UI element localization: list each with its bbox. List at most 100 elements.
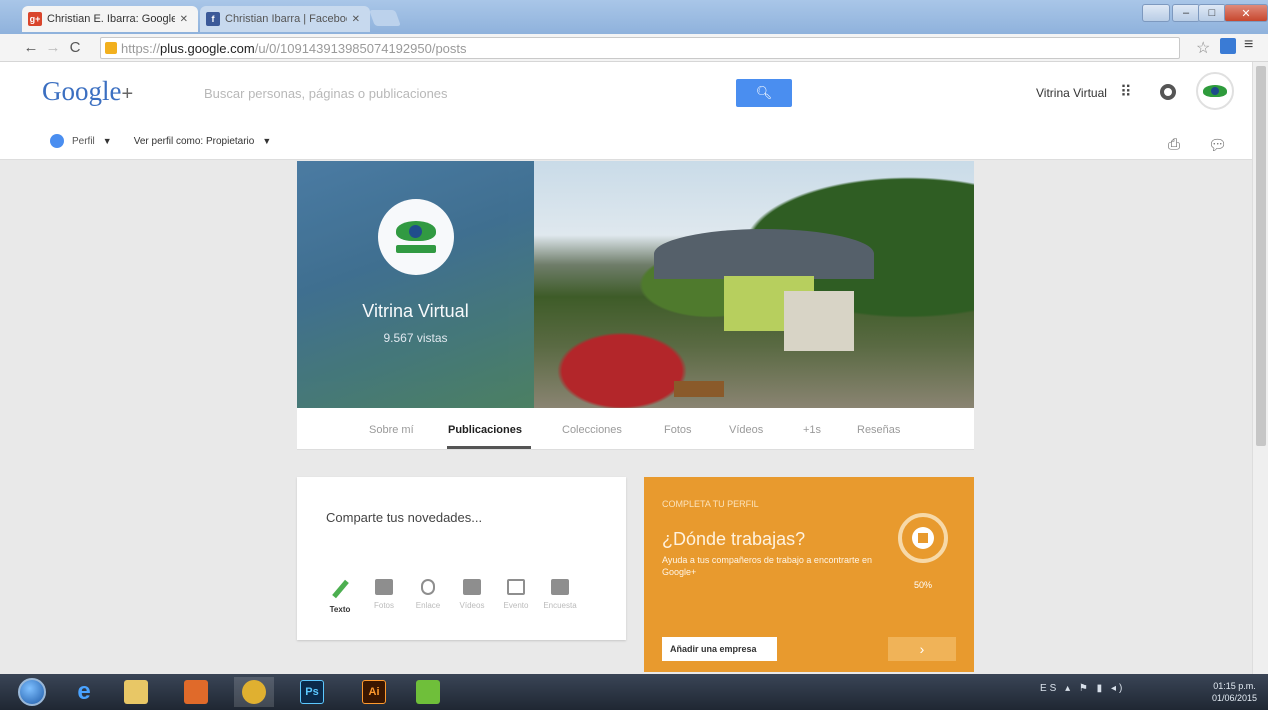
tab-plus-ones[interactable]: +1s	[803, 424, 821, 436]
menu-icon[interactable]: ≡	[1244, 36, 1253, 54]
minimize-button[interactable]: –	[1172, 4, 1200, 22]
tool-label: Evento	[503, 601, 529, 610]
taskbar-green-app[interactable]	[408, 677, 448, 707]
profile-tabs: Sobre mí Publicaciones Colecciones Fotos…	[297, 408, 974, 450]
browser-toolbar: ← → C https:// plus.google.com /u/0/1091…	[0, 34, 1268, 62]
share-text-button[interactable]: Texto	[321, 579, 359, 614]
share-video-button[interactable]: Vídeos	[453, 579, 491, 614]
share-link-button[interactable]: Enlace	[409, 579, 447, 614]
system-tray[interactable]: ES ▴ ⚑ ▮ ◂)	[1040, 683, 1125, 694]
profile-name: Vitrina Virtual	[362, 301, 469, 321]
close-icon[interactable]: ✕	[180, 14, 188, 25]
profile-cover: Vitrina Virtual 9.567 vistas	[297, 161, 974, 408]
url-host: plus.google.com	[160, 40, 255, 56]
next-button[interactable]: ›	[888, 637, 956, 661]
search-button[interactable]: 🔍︎	[736, 79, 792, 107]
tool-label: Enlace	[415, 601, 441, 610]
share-photos-button[interactable]: Fotos	[365, 579, 403, 614]
extension-icon[interactable]	[1220, 38, 1236, 54]
taskbar-internet-explorer[interactable]: e	[64, 677, 104, 707]
add-company-card: COMPLETA TU PERFIL ¿Dónde trabajas? Ayud…	[644, 477, 974, 672]
video-icon	[463, 579, 481, 595]
address-bar[interactable]: https:// plus.google.com /u/0/1091439139…	[100, 37, 1180, 59]
profile-menu[interactable]: Perfil	[72, 136, 95, 147]
view-as-select[interactable]: Ver perfil como: Propietario	[134, 136, 255, 147]
browser-titlebar: g+ Christian E. Ibarra: Google ✕ f Chris…	[0, 0, 1268, 34]
share-toolbar: Texto Fotos Enlace Vídeos Evento Encuest…	[321, 579, 579, 614]
account-name[interactable]: Vitrina Virtual	[1036, 86, 1107, 100]
taskbar-photoshop[interactable]: Ps	[292, 677, 332, 707]
cover-mountain	[654, 229, 874, 279]
taskbar-chrome[interactable]	[234, 677, 274, 707]
tool-label: Fotos	[373, 601, 394, 610]
url-scheme: https://	[121, 40, 161, 56]
clock-time: 01:15 p.m.	[1213, 681, 1256, 691]
tab-collections[interactable]: Colecciones	[562, 424, 622, 436]
profile-views: 9.567 vistas	[383, 331, 448, 345]
person-icon	[50, 134, 64, 148]
taskbar-media-player[interactable]	[176, 677, 216, 707]
tab-photos[interactable]: Fotos	[664, 424, 692, 436]
maximize-button[interactable]: □	[1198, 4, 1226, 22]
comment-icon[interactable]: 💬︎	[1208, 136, 1227, 154]
tool-label: Vídeos	[459, 601, 485, 610]
cover-photo[interactable]	[534, 161, 974, 408]
browser-tab-facebook[interactable]: f Christian Ibarra | Facebook ✕	[200, 6, 370, 32]
windows-start-icon	[18, 678, 46, 706]
reload-icon[interactable]: C	[64, 39, 86, 56]
tab-title: Christian E. Ibarra: Google	[47, 13, 175, 25]
chevron-down-icon[interactable]: ▼	[262, 136, 271, 146]
back-arrow-icon[interactable]: ←	[20, 39, 42, 56]
share-prompt[interactable]: Comparte tus novedades...	[326, 510, 482, 525]
apps-grid-icon[interactable]: ⠿	[1120, 82, 1132, 102]
add-company-button[interactable]: Añadir una empresa	[662, 637, 777, 661]
camera-icon	[375, 579, 393, 595]
close-icon[interactable]: ✕	[352, 14, 360, 25]
browser-tab-google-plus[interactable]: g+ Christian E. Ibarra: Google ✕	[22, 6, 198, 32]
chevron-down-icon[interactable]: ▼	[103, 136, 112, 146]
internet-explorer-icon: e	[77, 678, 91, 705]
share-event-button[interactable]: Evento	[497, 579, 535, 614]
card-description: Ayuda a tus compañeros de trabajo a enco…	[662, 555, 872, 577]
taskbar-file-explorer[interactable]	[116, 677, 156, 707]
cover-bench	[674, 381, 724, 397]
chrome-icon	[242, 680, 266, 704]
tab-posts[interactable]: Publicaciones	[448, 424, 522, 436]
google-plus-logo[interactable]: Google+	[42, 76, 133, 107]
page-scrollbar[interactable]	[1252, 62, 1268, 674]
start-button[interactable]	[12, 677, 52, 707]
forward-arrow-icon[interactable]: →	[42, 39, 64, 56]
logo-text: Google	[42, 76, 122, 106]
profile-avatar[interactable]	[378, 199, 454, 275]
profile-subnav: Perfil ▼ Ver perfil como: Propietario ▼	[50, 134, 271, 148]
new-tab-button[interactable]	[369, 10, 401, 26]
language-indicator: ES	[1040, 683, 1060, 694]
user-icon[interactable]	[1142, 4, 1170, 22]
card-kicker: COMPLETA TU PERFIL	[662, 499, 759, 509]
taskbar-illustrator[interactable]: Ai	[354, 677, 394, 707]
share-icon[interactable]: ⎙	[1168, 136, 1180, 153]
folder-icon	[124, 680, 148, 704]
scrollbar-thumb[interactable]	[1256, 66, 1266, 446]
tab-reviews[interactable]: Reseñas	[857, 424, 900, 436]
app-icon	[416, 680, 440, 704]
tab-videos[interactable]: Vídeos	[729, 424, 763, 436]
search-input[interactable]	[196, 80, 726, 106]
media-player-icon	[184, 680, 208, 704]
clock-date: 01/06/2015	[1212, 693, 1258, 703]
notifications-icon[interactable]	[1160, 84, 1176, 100]
profile-identity-panel: Vitrina Virtual 9.567 vistas	[297, 161, 534, 408]
account-avatar[interactable]	[1196, 72, 1234, 110]
search-icon: 🔍︎	[755, 85, 773, 100]
tab-about[interactable]: Sobre mí	[369, 424, 414, 436]
poll-icon	[551, 579, 569, 595]
close-window-button[interactable]: ✕	[1224, 4, 1268, 22]
taskbar-clock[interactable]: 01:15 p.m. 01/06/2015	[1212, 680, 1257, 704]
bookmark-star-icon[interactable]: ☆	[1196, 38, 1210, 58]
google-plus-favicon-icon: g+	[28, 12, 42, 26]
share-poll-button[interactable]: Encuesta	[541, 579, 579, 614]
vitrina-logo-icon	[1203, 85, 1227, 97]
screen: g+ Christian E. Ibarra: Google ✕ f Chris…	[0, 0, 1268, 710]
pencil-icon	[330, 579, 350, 599]
vitrina-logo-icon	[396, 221, 436, 241]
